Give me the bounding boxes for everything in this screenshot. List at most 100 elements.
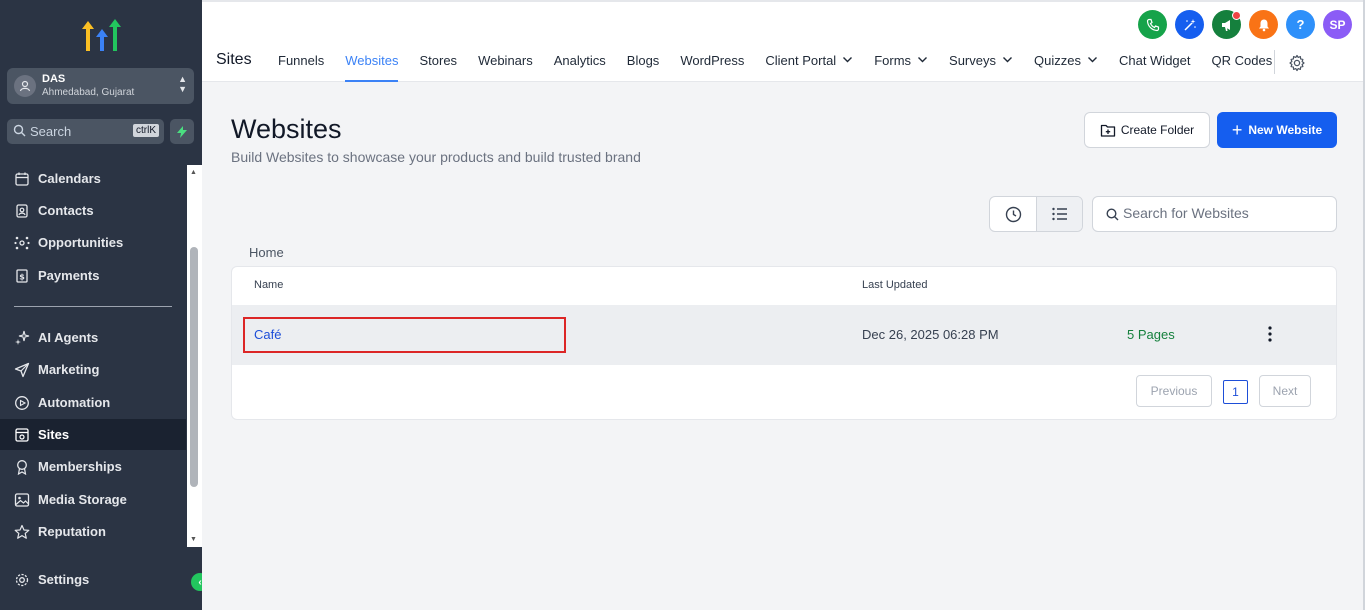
tab-webinars[interactable]: Webinars: [478, 53, 533, 82]
sidebar-item-label: Opportunities: [38, 235, 124, 250]
tab-label: Quizzes: [1034, 53, 1081, 68]
sidebar-item-media-storage[interactable]: Media Storage: [0, 484, 186, 515]
tab-surveys[interactable]: Surveys: [949, 53, 1013, 82]
sidebar-scrollbar[interactable]: ▲ ▼: [187, 165, 202, 547]
sites-tabs: Funnels Websites Stores Webinars Analyti…: [278, 53, 1293, 82]
sidebar-item-ai-agents[interactable]: AI Agents: [0, 322, 186, 353]
sidebar-item-marketing[interactable]: Marketing: [0, 354, 186, 385]
sidebar-item-settings[interactable]: Settings: [0, 564, 186, 595]
next-page-button[interactable]: Next: [1259, 375, 1311, 407]
sidebar-item-label: Memberships: [38, 459, 122, 474]
tab-label: Stores: [419, 53, 458, 68]
sidebar-item-label: AI Agents: [38, 330, 99, 345]
magic-wand-icon: [1183, 18, 1196, 31]
column-header-last-updated: Last Updated: [862, 279, 928, 291]
search-input[interactable]: [1123, 205, 1328, 221]
tab-label: Blogs: [626, 53, 660, 68]
avatar-initials: SP: [1329, 17, 1346, 32]
sidebar-nav: Calendars Contacts Opportunities $ Payme…: [0, 165, 202, 547]
tab-label: Client Portal: [765, 53, 837, 68]
user-avatar[interactable]: SP: [1323, 10, 1352, 39]
help-button[interactable]: ?: [1286, 10, 1315, 39]
new-website-button[interactable]: + New Website: [1217, 112, 1337, 148]
phone-button[interactable]: [1138, 10, 1167, 39]
tab-quizzes[interactable]: Quizzes: [1034, 53, 1098, 82]
tab-label: Analytics: [553, 53, 606, 68]
tab-stores[interactable]: Stores: [419, 53, 457, 82]
clock-icon: [1005, 206, 1022, 222]
scroll-up-arrow-icon[interactable]: ▲: [190, 169, 197, 176]
chevron-down-icon: [843, 57, 853, 63]
tab-chat-widget[interactable]: Chat Widget: [1119, 53, 1191, 82]
folder-add-icon: [1100, 124, 1115, 137]
page-subtitle: Build Websites to showcase your products…: [231, 149, 641, 165]
sidebar-item-label: Settings: [38, 572, 90, 587]
calendar-icon: [15, 172, 29, 186]
tab-blogs[interactable]: Blogs: [627, 53, 660, 82]
tab-qr-codes[interactable]: QR Codes: [1212, 53, 1273, 82]
automation-icon: [15, 395, 29, 410]
sidebar-item-reputation[interactable]: Reputation: [0, 516, 186, 547]
tab-label: Surveys: [949, 53, 996, 68]
sidebar-item-payments[interactable]: $ Payments: [0, 260, 186, 291]
main-content: Websites Build Websites to showcase your…: [202, 82, 1365, 610]
sidebar-search[interactable]: Search ctrlK: [7, 119, 164, 144]
page-number-1[interactable]: 1: [1223, 380, 1248, 404]
chevron-up-down-icon: ▲ ▼: [178, 74, 187, 94]
tab-websites[interactable]: Websites: [345, 53, 399, 82]
app-logo[interactable]: [82, 17, 122, 51]
tab-forms[interactable]: Forms: [874, 53, 928, 82]
magic-ai-button[interactable]: [1175, 10, 1204, 39]
sparkle-icon: [15, 330, 30, 345]
scrollbar-thumb[interactable]: [190, 247, 198, 487]
more-vertical-icon[interactable]: [1263, 325, 1277, 343]
chevron-down-icon: [1003, 57, 1012, 63]
quick-actions-button[interactable]: [170, 119, 194, 144]
location-name: DAS: [42, 73, 66, 85]
table-row[interactable]: Café Dec 26, 2025 06:28 PM 5 Pages: [232, 305, 1336, 365]
tabs-separator: [1274, 50, 1275, 74]
sidebar-item-label: Reputation: [38, 524, 106, 539]
website-name-link[interactable]: Café: [254, 327, 281, 342]
sidebar-divider: [14, 306, 172, 307]
tab-label: Forms: [874, 53, 912, 68]
sidebar-item-calendars[interactable]: Calendars: [0, 165, 186, 194]
announcements-button[interactable]: [1212, 10, 1241, 39]
chevron-down-icon: [1087, 57, 1097, 63]
tab-analytics[interactable]: Analytics: [554, 53, 606, 82]
tab-client-portal[interactable]: Client Portal: [765, 53, 853, 82]
opportunities-icon: [14, 236, 30, 249]
sidebar-item-contacts[interactable]: Contacts: [0, 195, 186, 226]
scroll-down-arrow-icon[interactable]: ▼: [190, 536, 197, 543]
websites-table: Name Last Updated Café Dec 26, 2025 06:2…: [231, 266, 1337, 420]
sidebar-search-label: Search: [30, 124, 72, 139]
website-pages-count[interactable]: 5 Pages: [1127, 327, 1175, 342]
gear-icon: [15, 573, 29, 586]
section-title: Sites: [216, 51, 252, 68]
list-view-button[interactable]: [1036, 197, 1082, 231]
sidebar-item-label: Payments: [38, 268, 100, 283]
tab-wordpress[interactable]: WordPress: [680, 53, 744, 82]
create-folder-button[interactable]: Create Folder: [1084, 112, 1210, 148]
view-toggle: [989, 196, 1083, 232]
help-icon: ?: [1296, 17, 1305, 32]
location-switcher[interactable]: DAS Ahmedabad, Gujarat ▲ ▼: [7, 68, 194, 104]
sidebar-item-opportunities[interactable]: Opportunities: [0, 227, 186, 258]
create-folder-label: Create Folder: [1120, 123, 1195, 137]
sidebar-item-label: Calendars: [38, 171, 101, 186]
contacts-icon: [16, 203, 28, 218]
sidebar-item-memberships[interactable]: Memberships: [0, 451, 186, 482]
sidebar-item-automation[interactable]: Automation: [0, 387, 186, 418]
send-icon: [14, 362, 30, 377]
sidebar-item-sites[interactable]: Sites: [0, 419, 186, 450]
previous-page-button[interactable]: Previous: [1136, 375, 1212, 407]
sidebar-item-label: Contacts: [38, 203, 94, 218]
new-website-label: New Website: [1248, 123, 1323, 137]
settings-gear-icon[interactable]: [1288, 54, 1306, 72]
tab-funnels[interactable]: Funnels: [278, 53, 324, 82]
notifications-button[interactable]: [1249, 10, 1278, 39]
recent-view-button[interactable]: [990, 197, 1037, 231]
search-shortcut-badge: ctrlK: [133, 124, 159, 137]
sites-icon: [15, 427, 29, 442]
breadcrumb[interactable]: Home: [249, 245, 284, 260]
